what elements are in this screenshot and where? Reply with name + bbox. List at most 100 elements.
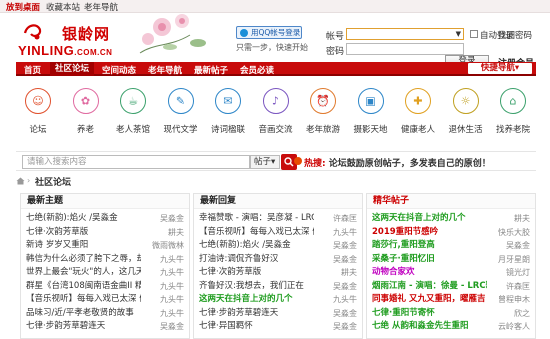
post-author[interactable]: 九头牛 <box>333 226 357 240</box>
post-title[interactable]: 动物合家欢 <box>372 266 415 280</box>
post-author[interactable]: 曾程申木 <box>498 293 530 307</box>
post-title[interactable]: 幸福赞歌 - 演唱：吴彦凝 - LRC歌 <box>199 212 314 226</box>
list-item[interactable]: 采桑子·重阳忆旧 月牙星朗 <box>372 253 530 267</box>
list-item[interactable]: 七律·异国羁怀 吴淼金 <box>199 320 357 334</box>
list-item[interactable]: 【音乐视听】每每入戏已太深 假 九头牛 <box>26 293 184 307</box>
list-item[interactable]: 这两天在抖音上对的几个 九头牛 <box>199 293 357 307</box>
post-title[interactable]: 同事婚礼 又九又重阳，曜雁吉 <box>372 293 485 307</box>
post-title[interactable]: 群星《台湾108闽南语金曲II 精装 <box>26 280 141 294</box>
post-title[interactable]: 七律·次韵芳草版 <box>199 266 261 280</box>
post-title[interactable]: 七律·步韵芳草碧连天 <box>26 320 105 334</box>
category-item[interactable]: ✿ 养老 <box>66 82 106 135</box>
breadcrumb-current[interactable]: 社区论坛 <box>35 175 71 188</box>
favorite-site-link[interactable]: 收藏本站 <box>46 1 80 13</box>
post-author[interactable]: 欣之 <box>514 307 530 321</box>
home-icon[interactable] <box>16 177 25 185</box>
post-author[interactable]: 九头牛 <box>160 280 184 294</box>
list-item[interactable]: 【音乐视听】每每入戏已太深 假 九头牛 <box>199 226 357 240</box>
post-title[interactable]: 品味习/近/平孝老敬贤的故事 <box>26 307 134 321</box>
category-item[interactable]: ▣ 摄影天地 <box>351 82 391 135</box>
post-title[interactable]: 【音乐视听】每每入戏已太深 假 <box>26 293 141 307</box>
post-title[interactable]: 烟雨江南 - 演唱：徐曼 - LRC歌 <box>372 280 487 294</box>
post-title[interactable]: 七律·次韵芳草版 <box>26 226 88 240</box>
post-author[interactable]: 吴淼金 <box>333 307 357 321</box>
list-item[interactable]: 群星《台湾108闽南语金曲II 精装 九头牛 <box>26 280 184 294</box>
post-author[interactable]: 九头牛 <box>333 293 357 307</box>
add-to-desktop-link[interactable]: 放到桌面 <box>6 1 40 13</box>
post-title[interactable]: 打油诗:调侃齐鲁好汉 <box>199 253 278 267</box>
category-item[interactable]: ☼ 退休生活 <box>446 82 486 135</box>
find-password-link[interactable]: 找回密码 <box>498 29 532 41</box>
post-author[interactable]: 许森匡 <box>333 212 357 226</box>
list-item[interactable]: 七律·步韵芳草碧连天 吴淼金 <box>26 320 184 334</box>
post-author[interactable]: 月牙星朗 <box>498 253 530 267</box>
nav-item-latest-posts[interactable]: 最新帖子 <box>194 64 228 76</box>
post-author[interactable]: 微雨微林 <box>152 239 184 253</box>
auto-login-checkbox[interactable] <box>470 30 478 38</box>
qq-login-button[interactable]: 用QQ帐号登录 <box>236 26 302 39</box>
list-item[interactable]: 这两天在抖音上对的几个 耕夫 <box>372 212 530 226</box>
category-item[interactable]: ✉ 诗词楹联 <box>208 82 248 135</box>
post-author[interactable]: 耕夫 <box>341 266 357 280</box>
post-author[interactable]: 九头牛 <box>160 307 184 321</box>
post-title[interactable]: 七律·异国羁怀 <box>199 320 253 334</box>
post-title[interactable]: 七绝 从韵和淼金先生重阳 <box>372 320 468 334</box>
list-item[interactable]: 动物合家欢 镜光灯 <box>372 266 530 280</box>
post-author[interactable]: 云岭客人 <box>498 320 530 334</box>
post-author[interactable]: 吴淼金 <box>333 253 357 267</box>
nav-item-space[interactable]: 空间动态 <box>102 64 136 76</box>
list-item[interactable]: 踏莎行,重阳登高 吴淼金 <box>372 239 530 253</box>
post-title[interactable]: 齐鲁好汉:我想去，我们正在 <box>199 280 304 294</box>
post-title[interactable]: 踏莎行,重阳登高 <box>372 239 435 253</box>
post-author[interactable]: 许森匡 <box>506 280 530 294</box>
post-author[interactable]: 九头牛 <box>160 266 184 280</box>
post-title[interactable]: 采桑子·重阳忆旧 <box>372 253 435 267</box>
post-title[interactable]: 新诗 岁岁又重阳 <box>26 239 88 253</box>
nav-item-elder-nav[interactable]: 老年导航 <box>148 64 182 76</box>
post-author[interactable]: 吴淼金 <box>333 239 357 253</box>
search-input[interactable]: 请输入搜索内容 <box>22 155 250 169</box>
post-title[interactable]: 2019重阳节感吟 <box>372 226 438 240</box>
post-title[interactable]: 这两天在抖音上对的几个 <box>199 293 293 307</box>
list-item[interactable]: 七绝(新韵):焰火 /吴淼金 吴淼金 <box>26 212 184 226</box>
post-author[interactable]: 吴淼金 <box>160 320 184 334</box>
list-item[interactable]: 七律·重阳节寄怀 欣之 <box>372 307 530 321</box>
post-author[interactable]: 耕夫 <box>514 212 530 226</box>
post-title[interactable]: 这两天在抖音上对的几个 <box>372 212 466 226</box>
list-item[interactable]: 幸福赞歌 - 演唱：吴彦凝 - LRC歌 许森匡 <box>199 212 357 226</box>
post-author[interactable]: 吴淼金 <box>333 280 357 294</box>
list-item[interactable]: 七绝 从韵和淼金先生重阳 云岭客人 <box>372 320 530 334</box>
post-title[interactable]: 七绝(新韵):焰火 /吴淼金 <box>199 239 291 253</box>
post-author[interactable]: 九头牛 <box>160 253 184 267</box>
post-title[interactable]: 七绝(新韵):焰火 /吴淼金 <box>26 212 118 226</box>
post-author[interactable]: 吴淼金 <box>333 320 357 334</box>
post-author[interactable]: 快乐大胶 <box>498 226 530 240</box>
hot-search[interactable]: 热搜: 论坛鼓励原创帖子，多发表自己的原创！ <box>304 156 491 169</box>
category-item[interactable]: ⏰ 老年旅游 <box>303 82 343 135</box>
list-item[interactable]: 韩信为什么必须了胯下之辱，却 九头牛 <box>26 253 184 267</box>
elder-nav-link[interactable]: 老年导航 <box>84 1 118 13</box>
category-item[interactable]: ♪ 音画交流 <box>256 82 296 135</box>
list-item[interactable]: 七律·次韵芳草版 耕夫 <box>26 226 184 240</box>
category-item[interactable]: ⌂ 找养老院 <box>493 82 533 135</box>
list-item[interactable]: 打油诗:调侃齐鲁好汉 吴淼金 <box>199 253 357 267</box>
category-item[interactable]: ✚ 健康老人 <box>398 82 438 135</box>
search-scope-select[interactable]: 帖子▾ <box>250 155 280 169</box>
category-item[interactable]: ✎ 现代文学 <box>161 82 201 135</box>
list-item[interactable]: 七律·次韵芳草版 耕夫 <box>199 266 357 280</box>
list-item[interactable]: 新诗 岁岁又重阳 微雨微林 <box>26 239 184 253</box>
list-item[interactable]: 七律·步韵芳草碧连天 吴淼金 <box>199 307 357 321</box>
post-title[interactable]: 韩信为什么必须了胯下之辱，却 <box>26 253 141 267</box>
post-author[interactable]: 九头牛 <box>160 293 184 307</box>
nav-item-member-guide[interactable]: 会员必读 <box>240 64 274 76</box>
list-item[interactable]: 品味习/近/平孝老敬贤的故事 九头牛 <box>26 307 184 321</box>
list-item[interactable]: 齐鲁好汉:我想去，我们正在 吴淼金 <box>199 280 357 294</box>
post-title[interactable]: 七律·重阳节寄怀 <box>372 307 435 321</box>
nav-item-home[interactable]: 首页 <box>24 64 41 76</box>
category-item[interactable]: ☺ 论坛 <box>18 82 58 135</box>
list-item[interactable]: 烟雨江南 - 演唱：徐曼 - LRC歌 许森匡 <box>372 280 530 294</box>
list-item[interactable]: 世界上最会"玩火"的人，这几天 九头牛 <box>26 266 184 280</box>
list-item[interactable]: 2019重阳节感吟 快乐大胶 <box>372 226 530 240</box>
nav-item-forum[interactable]: 社区论坛 <box>50 62 95 76</box>
password-input[interactable] <box>346 43 464 55</box>
